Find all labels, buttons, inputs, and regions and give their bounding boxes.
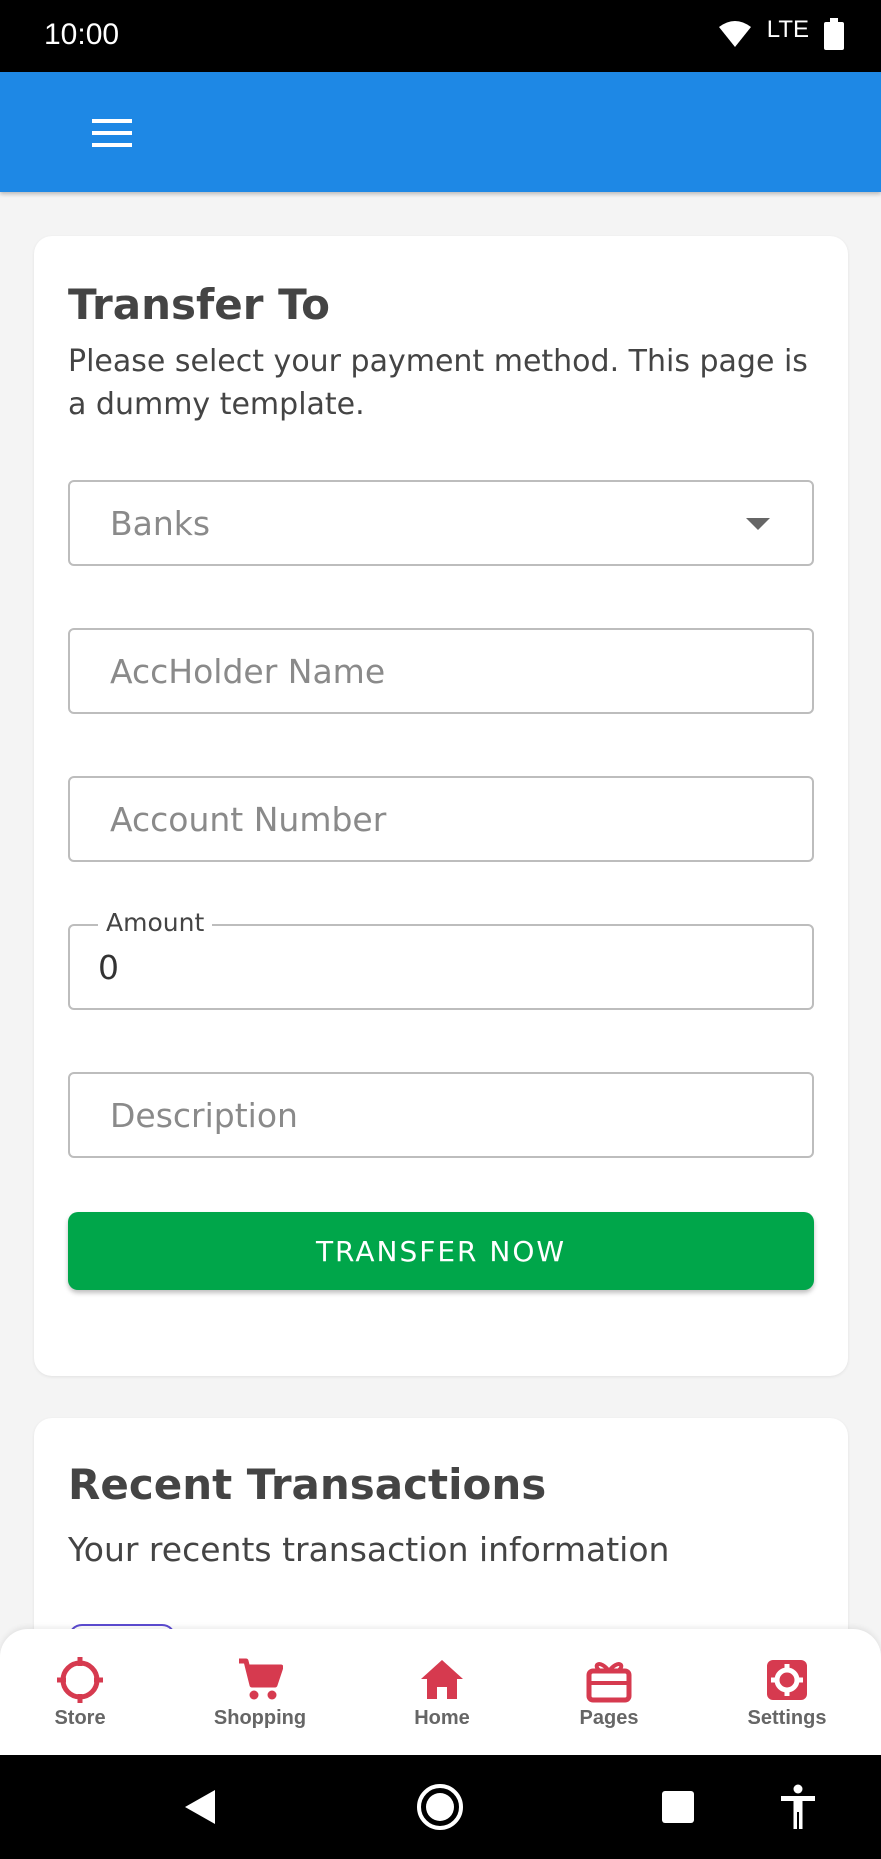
chevron-down-icon (746, 518, 770, 530)
app-bar (0, 72, 881, 192)
hamburger-menu-icon (92, 119, 132, 147)
lte-signal-icon: LTE (766, 16, 809, 43)
status-time: 10:00 (44, 18, 120, 51)
bottom-nav: Store Shopping Home Pages Settings (0, 1629, 881, 1755)
menu-button[interactable] (82, 108, 142, 158)
bank-select-placeholder: Banks (110, 504, 211, 543)
gear-icon (764, 1657, 810, 1703)
account-number-input[interactable]: Account Number (68, 776, 814, 862)
transfer-now-button[interactable]: TRANSFER NOW (68, 1212, 814, 1290)
amount-input[interactable]: Amount 0 (68, 908, 814, 1010)
home-circle-icon (417, 1784, 463, 1830)
nav-label-store: Store (54, 1707, 106, 1729)
account-holder-placeholder: AccHolder Name (110, 652, 386, 691)
cart-icon (237, 1657, 283, 1703)
account-number-placeholder: Account Number (110, 800, 387, 839)
nav-label-pages: Pages (579, 1707, 639, 1729)
transfer-card: Transfer To Please select your payment m… (34, 236, 848, 1376)
home-system-button[interactable] (410, 1777, 470, 1837)
transfer-subtitle: Please select your payment method. This … (68, 344, 808, 422)
recents-button[interactable] (648, 1777, 708, 1837)
bank-select[interactable]: Banks (68, 480, 814, 566)
nav-item-shopping[interactable]: Shopping (195, 1657, 325, 1730)
description-input[interactable]: Description (68, 1072, 814, 1158)
back-icon (185, 1790, 215, 1824)
nav-item-settings[interactable]: Settings (722, 1657, 852, 1730)
transfer-title: Transfer To (68, 280, 331, 329)
home-icon (419, 1657, 465, 1703)
recents-square-icon (662, 1791, 694, 1823)
accessibility-icon (781, 1784, 815, 1829)
crosshair-icon (57, 1657, 103, 1703)
gift-icon (586, 1657, 632, 1703)
nav-label-shopping: Shopping (213, 1707, 307, 1729)
status-icons: LTE (717, 14, 845, 58)
nav-label-home: Home (414, 1707, 470, 1729)
nav-item-home[interactable]: Home (377, 1657, 507, 1730)
nav-label-settings: Settings (747, 1707, 827, 1729)
nav-item-store[interactable]: Store (15, 1657, 145, 1730)
status-bar: 10:00 LTE (0, 0, 881, 72)
amount-label: Amount (98, 908, 213, 937)
wifi-icon (717, 19, 753, 53)
account-holder-input[interactable]: AccHolder Name (68, 628, 814, 714)
battery-icon (823, 18, 845, 54)
recent-subtitle: Your recents transaction information (68, 1530, 670, 1569)
accessibility-button[interactable] (768, 1777, 828, 1837)
nav-item-pages[interactable]: Pages (544, 1657, 674, 1730)
system-nav-bar (0, 1755, 881, 1859)
back-button[interactable] (170, 1777, 230, 1837)
amount-value: 0 (98, 948, 119, 987)
recent-title: Recent Transactions (68, 1460, 547, 1509)
description-placeholder: Description (110, 1096, 298, 1135)
